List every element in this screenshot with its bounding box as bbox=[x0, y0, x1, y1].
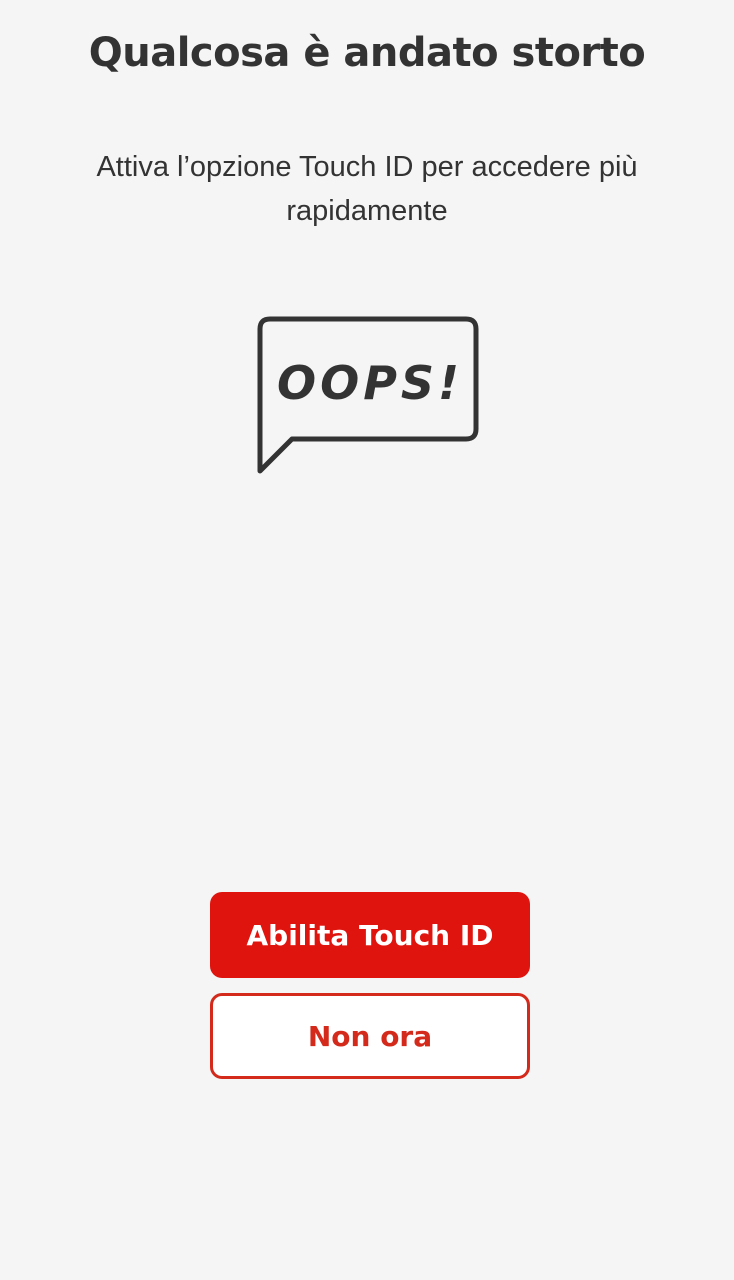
enable-touch-id-label: Abilita Touch ID bbox=[246, 918, 494, 952]
not-now-label: Non ora bbox=[307, 1019, 433, 1053]
oops-label: OOPS! bbox=[277, 356, 463, 410]
page-title: Qualcosa è andato storto bbox=[88, 30, 646, 76]
oops-speech-bubble-icon: OOPS! bbox=[257, 316, 479, 474]
not-now-button[interactable]: Non ora bbox=[210, 993, 530, 1079]
enable-touch-id-button[interactable]: Abilita Touch ID bbox=[210, 892, 530, 978]
touch-id-message: Attiva l’opzione Touch ID per accedere p… bbox=[96, 151, 638, 227]
